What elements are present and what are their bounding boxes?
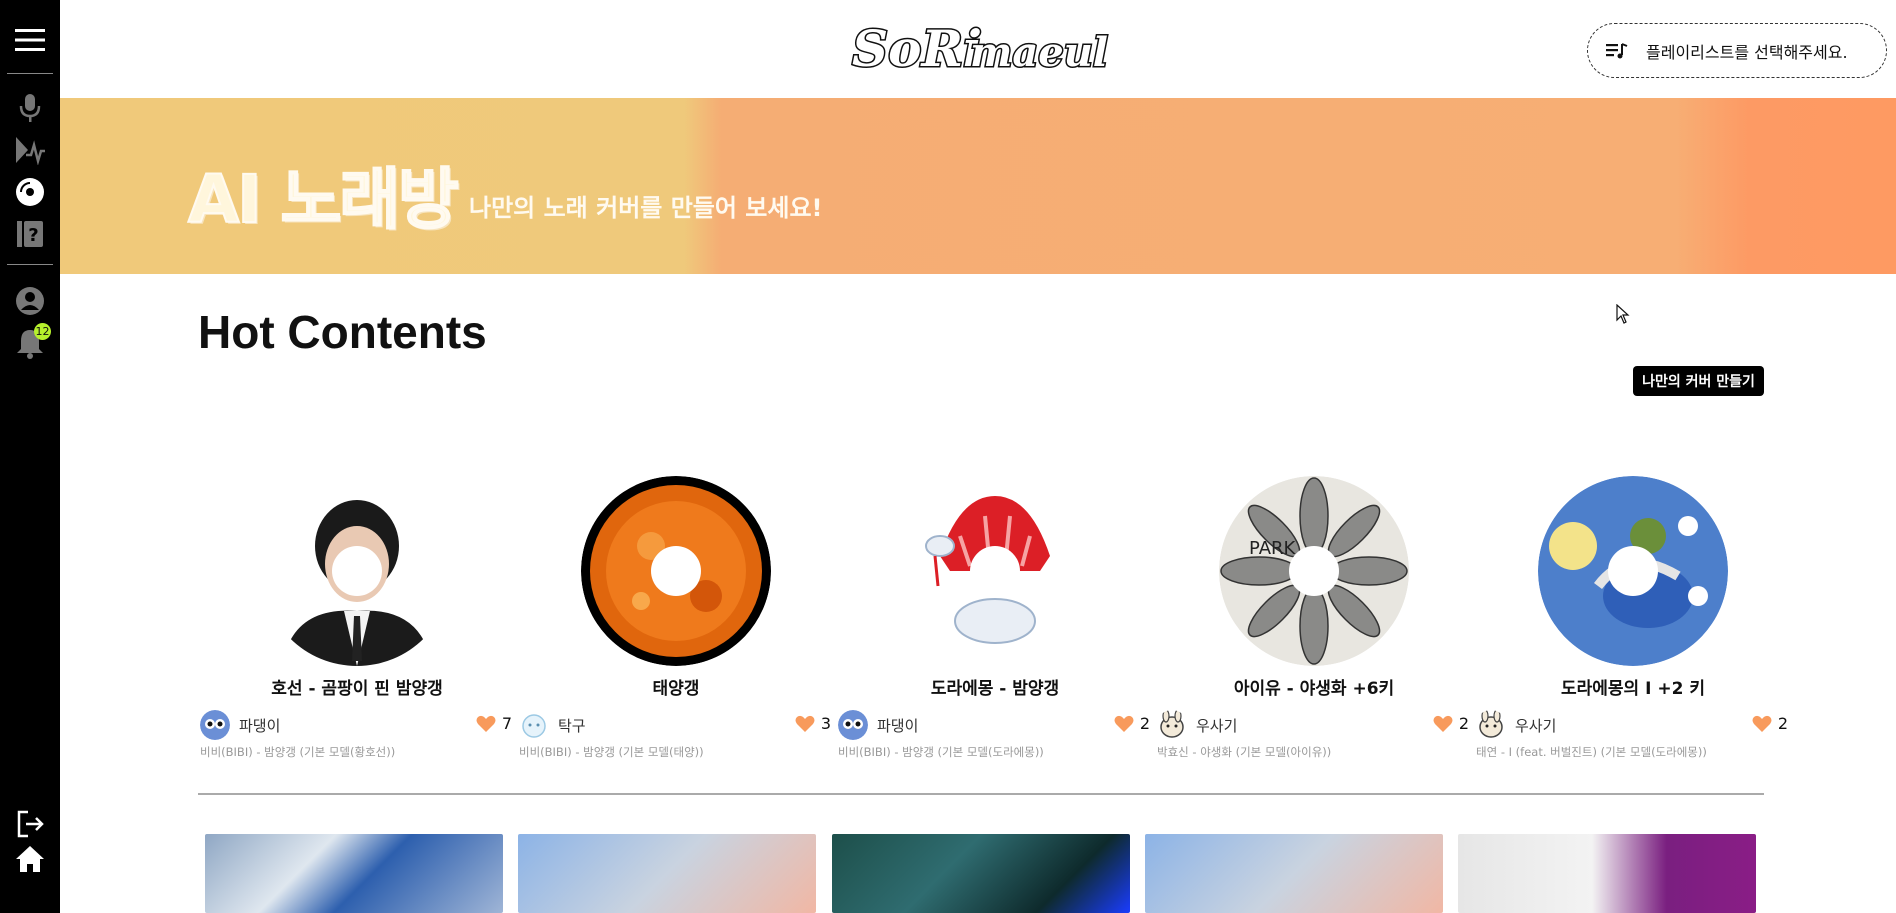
- username: 파댕이: [877, 716, 919, 735]
- card-meta: 비비(BIBI) - 밤양갱 (기본 모델(태양)): [519, 745, 704, 759]
- sidebar: ? 12: [0, 0, 60, 913]
- svg-text:maeul: maeul: [970, 29, 1108, 76]
- thumbnail-row: [205, 834, 1765, 913]
- sidebar-divider: [7, 264, 53, 265]
- card-meta: 태연 - I (feat. 버벌진트) (기본 모델(도라에몽)): [1476, 745, 1707, 759]
- heart-icon: [795, 715, 815, 732]
- content-card[interactable]: PARK 아이유 - 야생화 +6키 우사기 2 박효신 - 야생화 (기본 모…: [1155, 476, 1473, 766]
- like-number: 2: [1139, 714, 1150, 733]
- user-icon[interactable]: [0, 285, 60, 317]
- playlist-placeholder: 플레이리스트를 선택해주세요.: [1646, 42, 1848, 62]
- card-user[interactable]: 탁구: [519, 710, 586, 740]
- content-card[interactable]: 도라에몽 - 밤양갱 파댕이 2 비비(BIBI) - 밤양갱 (기본 모델(도…: [836, 476, 1154, 766]
- card-user[interactable]: 파댕이: [200, 710, 280, 740]
- thumbnail[interactable]: [518, 834, 816, 913]
- thumbnail[interactable]: [1145, 834, 1443, 913]
- card-title[interactable]: 도라에몽의 I +2 키: [1474, 674, 1792, 699]
- header: SoRi maeul 플레이리스트를 선택해주세요.: [60, 0, 1896, 98]
- username: 우사기: [1196, 716, 1238, 735]
- help-book-icon[interactable]: ?: [0, 218, 60, 250]
- card-meta: 비비(BIBI) - 밤양갱 (기본 모델(도라에몽)): [838, 745, 1044, 759]
- card-meta: 비비(BIBI) - 밤양갱 (기본 모델(황호선)): [200, 745, 396, 759]
- thumbnail[interactable]: [1458, 834, 1756, 913]
- album-disc[interactable]: [581, 476, 771, 666]
- album-disc[interactable]: [262, 476, 452, 666]
- make-cover-button[interactable]: 나만의 커버 만들기: [1633, 366, 1764, 396]
- heart-icon: [1752, 715, 1772, 732]
- username: 우사기: [1515, 716, 1557, 735]
- card-user[interactable]: 파댕이: [838, 710, 918, 740]
- username: 파댕이: [239, 716, 281, 735]
- like-number: 2: [1777, 714, 1788, 733]
- banner-title: AI 노래방: [187, 160, 460, 239]
- playlist-selector[interactable]: 플레이리스트를 선택해주세요.: [1587, 23, 1887, 78]
- card-user[interactable]: 우사기: [1157, 710, 1237, 740]
- like-count[interactable]: 2: [1114, 714, 1150, 733]
- hot-contents-list: 호선 - 곰팡이 핀 밤양갱 파댕이 7 비비(BIBI) - 밤양갱 (기본 …: [198, 476, 1788, 766]
- like-number: 3: [820, 714, 831, 733]
- like-number: 2: [1458, 714, 1469, 733]
- like-number: 7: [501, 714, 512, 733]
- album-disc[interactable]: [1538, 476, 1728, 666]
- disc-hole: [1289, 546, 1339, 596]
- logout-icon[interactable]: [0, 808, 60, 840]
- sidebar-divider: [7, 73, 53, 74]
- card-title[interactable]: 호선 - 곰팡이 핀 밤양갱: [198, 674, 516, 699]
- like-count[interactable]: 7: [476, 714, 512, 733]
- heart-icon: [1114, 715, 1134, 732]
- logo[interactable]: SoRi maeul: [850, 18, 1120, 80]
- card-meta: 박효신 - 야생화 (기본 모델(아이유)): [1157, 745, 1332, 759]
- menu-icon[interactable]: [0, 24, 60, 56]
- username: 탁구: [558, 716, 586, 735]
- like-count[interactable]: 2: [1433, 714, 1469, 733]
- bell-icon[interactable]: [0, 326, 60, 360]
- home-icon[interactable]: [0, 843, 60, 875]
- disc-hole: [1608, 546, 1658, 596]
- content-card[interactable]: 도라에몽의 I +2 키 우사기 2 태연 - I (feat. 버벌진트) (…: [1474, 476, 1792, 766]
- card-title[interactable]: 아이유 - 야생화 +6키: [1155, 674, 1473, 699]
- like-count[interactable]: 2: [1752, 714, 1788, 733]
- card-title[interactable]: 태양갱: [517, 674, 835, 699]
- disc-hole: [651, 546, 701, 596]
- mouse-cursor: [1616, 304, 1630, 324]
- main-area: SoRi maeul 플레이리스트를 선택해주세요. AI 노래방 나만의 노래…: [60, 0, 1896, 913]
- section-title: Hot Contents: [198, 306, 487, 358]
- disc-hole: [332, 546, 382, 596]
- disc-hole: [970, 546, 1020, 596]
- heart-icon: [1433, 715, 1453, 732]
- svg-text:SoRi: SoRi: [852, 19, 982, 78]
- playlist-icon: [1606, 42, 1628, 58]
- thumbnail[interactable]: [832, 834, 1130, 913]
- notification-badge: 12: [34, 323, 51, 340]
- avatar: [519, 710, 549, 740]
- card-title[interactable]: 도라에몽 - 밤양갱: [836, 674, 1154, 699]
- voice-wave-icon[interactable]: [0, 134, 60, 166]
- avatar: [1476, 710, 1506, 740]
- album-disc[interactable]: PARK: [1219, 476, 1409, 666]
- microphone-icon[interactable]: [0, 92, 60, 124]
- hero-banner: AI 노래방 나만의 노래 커버를 만들어 보세요!: [60, 98, 1896, 274]
- album-disc[interactable]: [900, 476, 1090, 666]
- section-divider: [198, 793, 1764, 795]
- banner-subtitle: 나만의 노래 커버를 만들어 보세요!: [469, 194, 823, 222]
- card-user[interactable]: 우사기: [1476, 710, 1556, 740]
- disc-icon[interactable]: [0, 176, 60, 208]
- thumbnail[interactable]: [205, 834, 503, 913]
- avatar: [1157, 710, 1187, 740]
- like-count[interactable]: 3: [795, 714, 831, 733]
- content-card[interactable]: 태양갱 탁구 3 비비(BIBI) - 밤양갱 (기본 모델(태양)): [517, 476, 835, 766]
- svg-text:PARK: PARK: [1249, 538, 1297, 559]
- heart-icon: [476, 715, 496, 732]
- avatar: [838, 710, 868, 740]
- avatar: [200, 710, 230, 740]
- svg-text:?: ?: [28, 225, 38, 246]
- content-card[interactable]: 호선 - 곰팡이 핀 밤양갱 파댕이 7 비비(BIBI) - 밤양갱 (기본 …: [198, 476, 516, 766]
